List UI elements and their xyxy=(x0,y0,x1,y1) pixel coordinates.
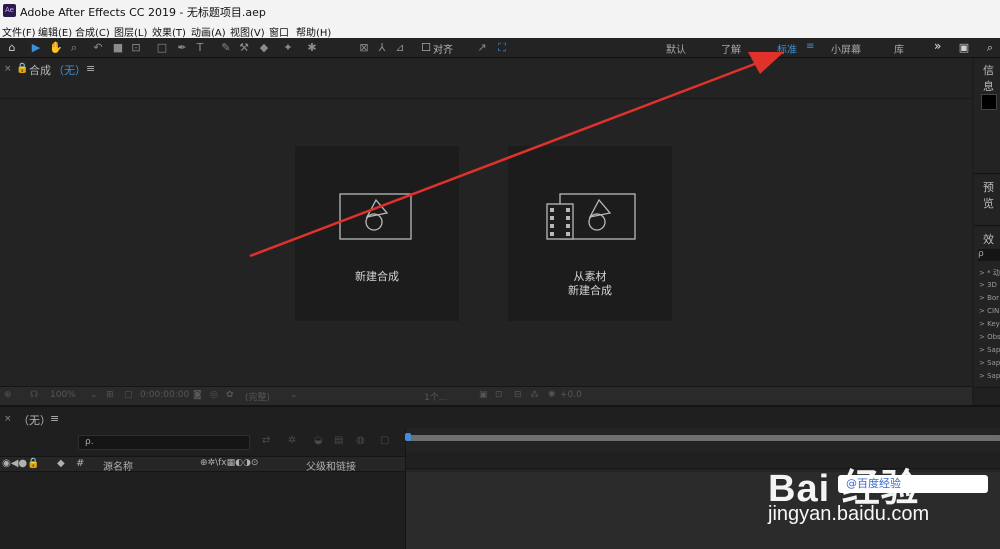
baidu-watermark: Bai 经验 @百度经验 jingyan.baidu.com xyxy=(768,437,1000,532)
watermark-url: jingyan.baidu.com xyxy=(768,503,930,525)
watermark-badge: @百度经验 xyxy=(838,475,988,493)
watermark-badge-text: @百度经验 xyxy=(846,477,901,490)
